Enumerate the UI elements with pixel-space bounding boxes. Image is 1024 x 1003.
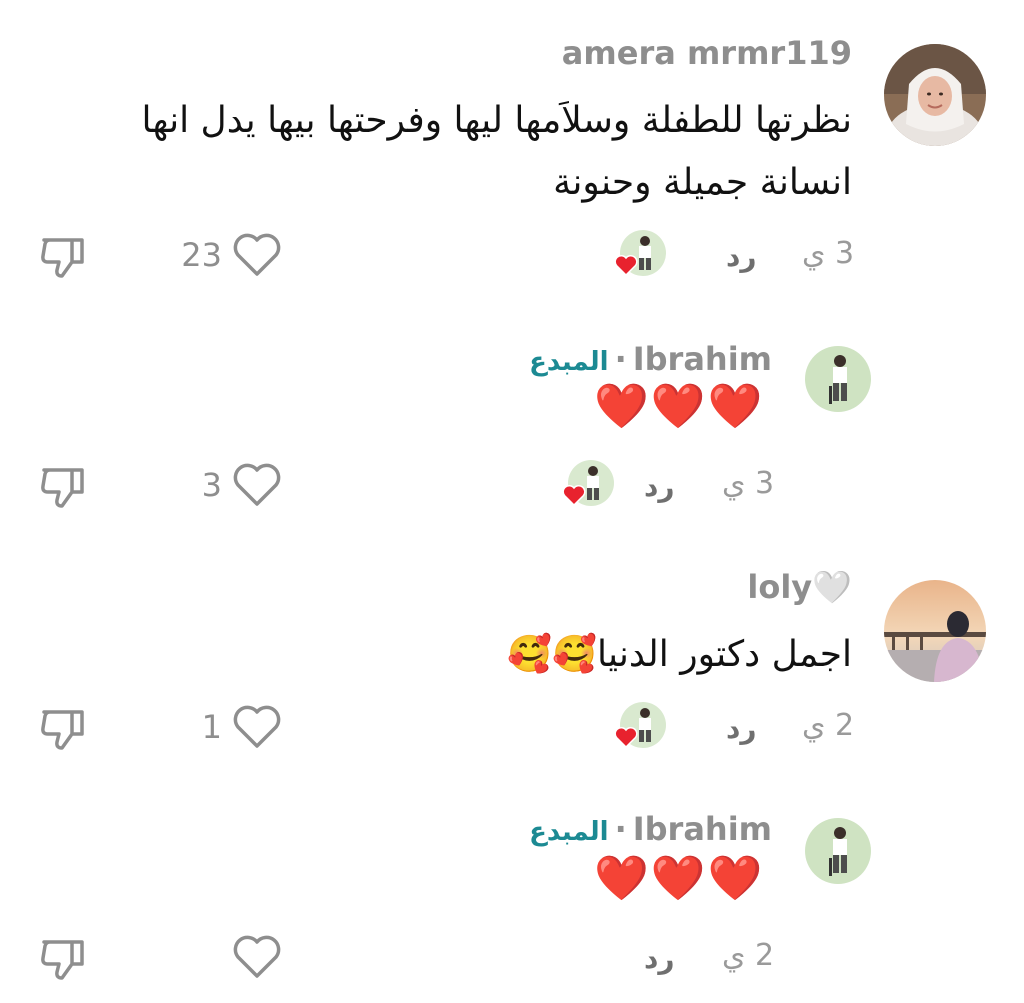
avatar-ibrahim[interactable] [805, 818, 871, 884]
comment-text: نظرتها للطفلة وسلاَمها ليها وفرحتها بيها… [141, 100, 852, 203]
avatar-ibrahim[interactable] [805, 346, 871, 412]
comment-text: ❤️❤️❤️ [594, 853, 765, 904]
heart-outline-icon[interactable] [232, 704, 282, 750]
creator-heart-icon [562, 484, 586, 506]
timestamp: 2 ي [802, 708, 855, 743]
timestamp: 2 ي [722, 938, 775, 973]
timestamp: 3 ي [722, 466, 775, 501]
reply-button[interactable]: رد [726, 240, 757, 273]
username[interactable]: المبدع · Ibrahim [529, 810, 772, 848]
creator-tag: المبدع [529, 817, 609, 847]
avatar-amera[interactable] [884, 44, 986, 146]
creator-tag: المبدع [529, 347, 609, 377]
heart-outline-icon[interactable] [232, 232, 282, 278]
username[interactable]: المبدع · Ibrahim [529, 340, 772, 378]
username[interactable]: amera mrmr119 [562, 34, 852, 72]
timestamp: 3 ي [802, 236, 855, 271]
like-count: 3 [201, 466, 222, 504]
dislike-icon[interactable] [38, 934, 90, 982]
reply-button[interactable]: رد [644, 470, 675, 503]
like-count: 1 [201, 708, 222, 746]
avatar-loly[interactable] [884, 580, 986, 682]
username-text[interactable]: Ibrahim [633, 810, 772, 848]
heart-outline-icon[interactable] [232, 462, 282, 508]
reply-button[interactable]: رد [726, 712, 757, 745]
dislike-icon[interactable] [38, 232, 90, 280]
separator: · [614, 810, 627, 848]
like-count: 23 [181, 236, 222, 274]
dislike-icon[interactable] [38, 462, 90, 510]
creator-heart-icon [614, 726, 638, 748]
creator-heart-icon [614, 254, 638, 276]
dislike-icon[interactable] [38, 704, 90, 752]
username-text[interactable]: Ibrahim [633, 340, 772, 378]
heart-outline-icon[interactable] [232, 934, 282, 980]
separator: · [614, 340, 627, 378]
comment-text: اجمل دكتور الدنيا🥰🥰 [507, 634, 852, 675]
username[interactable]: loly🤍 [747, 568, 852, 606]
comment-text: ❤️❤️❤️ [594, 381, 765, 432]
reply-button[interactable]: رد [644, 942, 675, 975]
